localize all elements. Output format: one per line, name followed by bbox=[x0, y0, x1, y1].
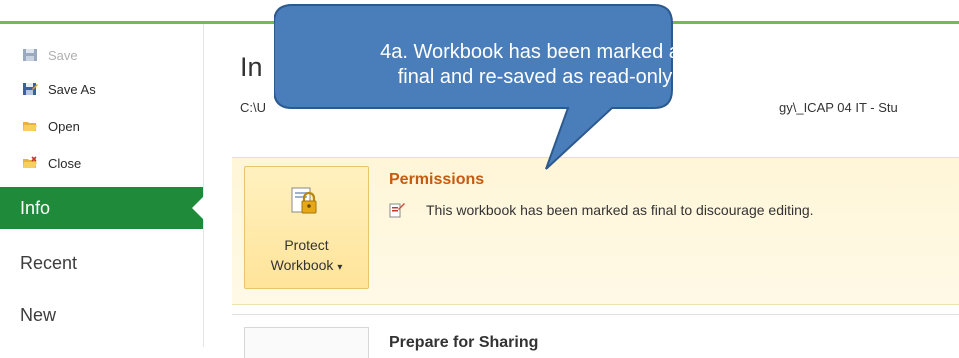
callout-line1: 4a. Workbook has been marked as bbox=[380, 41, 690, 63]
close-folder-icon bbox=[22, 156, 38, 170]
save-as-command[interactable]: Save As bbox=[22, 78, 96, 100]
section-divider bbox=[232, 314, 959, 315]
nav-info[interactable]: Info bbox=[0, 187, 204, 229]
dropdown-arrow-icon: ▾ bbox=[337, 262, 343, 273]
save-label: Save bbox=[48, 47, 78, 63]
nav-info-label: Info bbox=[20, 197, 51, 218]
nav-new-label: New bbox=[20, 304, 57, 325]
page-title: In bbox=[240, 52, 263, 82]
open-folder-icon bbox=[22, 119, 38, 133]
active-notch bbox=[192, 196, 204, 220]
close-label: Close bbox=[48, 155, 82, 171]
nav-recent-label: Recent bbox=[20, 252, 78, 273]
close-command[interactable]: Close bbox=[22, 152, 81, 174]
check-for-issues-button[interactable] bbox=[244, 327, 369, 358]
protect-label-line2: Workbook ▾ bbox=[245, 257, 368, 273]
file-path-end: gy\_ICAP 04 IT - Stu bbox=[779, 100, 898, 115]
prepare-for-sharing-heading: Prepare for Sharing bbox=[389, 334, 539, 351]
marked-final-icon bbox=[389, 202, 405, 218]
nav-recent[interactable]: Recent bbox=[0, 242, 203, 284]
open-label: Open bbox=[48, 118, 80, 134]
callout-line2: final and re-saved as read-only bbox=[397, 66, 673, 88]
save-as-label: Save As bbox=[48, 81, 96, 97]
backstage-sidebar: Save Save As Open Close Info Recent New bbox=[0, 24, 204, 347]
callout-bubble bbox=[274, 4, 673, 170]
file-path-start: C:\U bbox=[240, 100, 266, 115]
protect-label-line1: Protect bbox=[284, 237, 329, 253]
permissions-message: This workbook has been marked as final t… bbox=[426, 202, 814, 218]
callout-text: 4a. Workbook has been marked as final an… bbox=[295, 40, 775, 90]
protect-label-text: Workbook bbox=[270, 257, 334, 273]
nav-new[interactable]: New bbox=[0, 294, 203, 336]
open-command[interactable]: Open bbox=[22, 115, 80, 137]
save-command[interactable]: Save bbox=[22, 44, 78, 66]
save-as-icon bbox=[22, 82, 38, 96]
save-icon bbox=[22, 48, 38, 62]
